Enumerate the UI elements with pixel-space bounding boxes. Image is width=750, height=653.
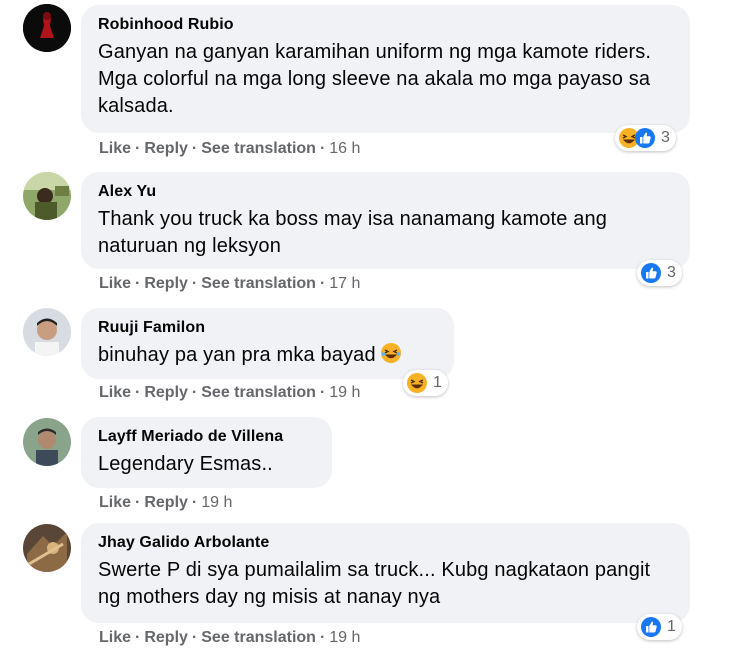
avatar[interactable]	[23, 418, 71, 466]
separator: ·	[319, 275, 326, 292]
laughing-emoji-icon	[380, 342, 402, 364]
avatar[interactable]	[23, 524, 71, 572]
comment-bubble: Alex Yu Thank you truck ka boss may isa …	[81, 172, 690, 269]
like-icon	[640, 616, 662, 638]
like-button[interactable]: Like	[99, 494, 131, 511]
haha-icon	[406, 372, 428, 394]
separator: ·	[191, 275, 198, 292]
timestamp[interactable]: 19 h	[201, 494, 232, 511]
separator: ·	[319, 384, 326, 401]
comment-text: Ganyan na ganyan karamihan uniform ng mg…	[98, 41, 652, 117]
timestamp[interactable]: 16 h	[329, 140, 360, 157]
avatar[interactable]	[23, 308, 71, 356]
separator: ·	[135, 384, 141, 401]
reply-button[interactable]: Reply	[144, 629, 188, 646]
reply-button[interactable]: Reply	[144, 384, 188, 401]
separator: ·	[319, 629, 326, 646]
separator: ·	[135, 494, 141, 511]
separator: ·	[135, 629, 141, 646]
separator: ·	[135, 140, 141, 157]
comment-actions: Like · Reply · 19 h	[99, 493, 232, 513]
reaction-summary[interactable]: 1	[403, 370, 448, 396]
comment-author[interactable]: Ruuji Familon	[98, 318, 440, 338]
separator: ·	[191, 494, 198, 511]
comment-actions: Like · Reply · See translation · 17 h	[99, 274, 360, 294]
reaction-summary[interactable]: 1	[637, 614, 682, 640]
comment-author[interactable]: Jhay Galido Arbolante	[98, 533, 676, 553]
see-translation-link[interactable]: See translation	[201, 629, 316, 646]
avatar[interactable]	[23, 4, 71, 52]
comment-bubble: Jhay Galido Arbolante Swerte P di sya pu…	[81, 523, 690, 623]
separator: ·	[191, 629, 198, 646]
comment-text: Swerte P di sya pumailalim sa truck... K…	[98, 559, 651, 608]
comment-actions: Like · Reply · See translation · 19 h	[99, 628, 360, 648]
reaction-count: 3	[667, 264, 676, 281]
see-translation-link[interactable]: See translation	[201, 384, 316, 401]
like-icon	[640, 262, 662, 284]
separator: ·	[191, 140, 198, 157]
reply-button[interactable]: Reply	[144, 494, 188, 511]
comment-author[interactable]: Layff Meriado de Villena	[98, 427, 318, 447]
comment-actions: Like · Reply · See translation · 19 h	[99, 383, 360, 403]
separator: ·	[135, 275, 141, 292]
see-translation-link[interactable]: See translation	[201, 275, 316, 292]
like-button[interactable]: Like	[99, 384, 131, 401]
timestamp[interactable]: 19 h	[329, 629, 360, 646]
separator: ·	[191, 384, 198, 401]
comment-author[interactable]: Alex Yu	[98, 182, 676, 202]
comment-text: Thank you truck ka boss may isa nanamang…	[98, 208, 608, 257]
comment-bubble: Ruuji Familon binuhay pa yan pra mka bay…	[81, 308, 454, 379]
see-translation-link[interactable]: See translation	[201, 140, 316, 157]
comment-bubble: Robinhood Rubio Ganyan na ganyan karamih…	[81, 5, 690, 133]
timestamp[interactable]: 17 h	[329, 275, 360, 292]
like-icon	[634, 127, 656, 149]
comment-text: binuhay pa yan pra mka bayad	[98, 342, 440, 369]
avatar[interactable]	[23, 172, 71, 220]
reply-button[interactable]: Reply	[144, 275, 188, 292]
reaction-summary[interactable]: 3	[615, 125, 676, 151]
like-button[interactable]: Like	[99, 140, 131, 157]
comment-author[interactable]: Robinhood Rubio	[98, 15, 676, 35]
reaction-count: 1	[667, 618, 676, 635]
reaction-summary[interactable]: 3	[637, 260, 682, 286]
comment-text-content: binuhay pa yan pra mka bayad	[98, 344, 376, 366]
reaction-count: 3	[661, 129, 670, 146]
separator: ·	[319, 140, 326, 157]
timestamp[interactable]: 19 h	[329, 384, 360, 401]
reply-button[interactable]: Reply	[144, 140, 188, 157]
comment-actions: Like · Reply · See translation · 16 h	[99, 139, 360, 159]
comment-text: Legendary Esmas..	[98, 453, 273, 475]
reaction-count: 1	[433, 374, 442, 391]
like-button[interactable]: Like	[99, 629, 131, 646]
like-button[interactable]: Like	[99, 275, 131, 292]
comment-bubble: Layff Meriado de Villena Legendary Esmas…	[81, 417, 332, 488]
